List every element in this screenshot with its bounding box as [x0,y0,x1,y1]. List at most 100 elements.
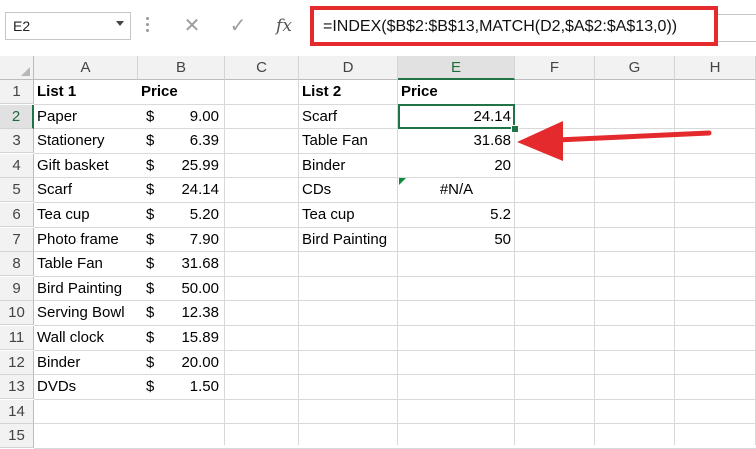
cell-b12-price[interactable]: $20.00 [138,351,225,375]
currency-symbol: $ [146,107,155,125]
cell-e7-price[interactable]: 50 [398,228,515,252]
column-header-b[interactable]: B [138,56,225,80]
cell-b13-price[interactable]: $1.50 [138,375,225,399]
cell-d4-item[interactable]: Binder [299,154,398,178]
row-header-2[interactable]: 2 [0,104,34,129]
row-header-5[interactable]: 5 [0,178,34,203]
enter-icon[interactable]: ✓ [226,14,250,38]
formula-input[interactable]: =INDEX($B$2:$B$13,MATCH(D2,$A$2:$A$13,0)… [310,6,718,46]
cell-a12-item[interactable]: Binder [34,351,138,375]
cell-a13-item[interactable]: DVDs [34,375,138,399]
cell-b7-price[interactable]: $7.90 [138,228,225,252]
cell-a5-item[interactable]: Scarf [34,178,138,202]
price-value: 15.89 [181,329,219,346]
row-header-8[interactable]: 8 [0,252,34,277]
cell-d2-item[interactable]: Scarf [299,105,398,129]
cell-d6-item[interactable]: Tea cup [299,203,398,227]
row-header-13[interactable]: 13 [0,375,34,400]
column-header-e[interactable]: E [398,56,515,80]
row-header-6[interactable]: 6 [0,203,34,227]
select-all-button[interactable] [0,56,34,80]
spreadsheet-grid[interactable]: A B C D E F G H 1 2 3 4 5 6 7 8 9 10 11 12 13 14 15 List 1 Price… [0,56,756,449]
row-header-1[interactable]: 1 [0,80,34,104]
cell-b2-price[interactable]: $9.00 [138,105,225,129]
row-header-10[interactable]: 10 [0,301,34,326]
cancel-icon[interactable]: ✕ [180,14,204,38]
cell-b5-price[interactable]: $24.14 [138,178,225,202]
currency-symbol: $ [146,279,155,297]
red-arrow-icon [517,120,712,161]
cell-e3-price[interactable]: 31.68 [398,129,515,153]
price-value: 9.00 [189,107,219,125]
price-value: 6.39 [189,132,219,150]
price-value: 24.14 [181,181,219,199]
cell-b8-price[interactable]: $31.68 [138,252,225,276]
currency-symbol: $ [146,255,155,273]
cell-e6-price[interactable]: 5.2 [398,203,515,227]
error-triangle-icon[interactable] [399,178,406,186]
cell-a7-item[interactable]: Photo frame [34,228,138,252]
cell-e5-price[interactable]: #N/A [398,178,515,202]
cell-a2-item[interactable]: Paper [34,105,138,129]
formula-bar-row: E2 ✕ ✓ fx =INDEX($B$2:$B$13,MATCH(D2,$A$… [0,0,756,56]
currency-symbol: $ [146,230,155,248]
cell-a8-item[interactable]: Table Fan [34,252,138,276]
column-header-f[interactable]: F [515,56,595,80]
currency-symbol: $ [146,353,155,371]
cell-a11-item[interactable]: Wall clock [34,326,138,350]
row-header-9[interactable]: 9 [0,276,34,301]
cell-a6-item[interactable]: Tea cup [34,203,138,227]
row-header-7[interactable]: 7 [0,227,34,252]
column-header-c[interactable]: C [225,56,299,80]
cell-b6-price[interactable]: $5.20 [138,203,225,227]
price-value: 25.99 [181,156,219,174]
cell-b3-price[interactable]: $6.39 [138,129,225,153]
row-header-4[interactable]: 4 [0,153,34,178]
cell-a1-list1-header[interactable]: List 1 [34,80,138,104]
row-header-3[interactable]: 3 [0,129,34,154]
currency-symbol: $ [146,304,155,322]
formula-bar-extension [718,14,756,42]
chevron-down-icon[interactable] [116,21,124,26]
row-header-12[interactable]: 12 [0,350,34,375]
cell-b1-price-header[interactable]: Price [138,80,225,104]
drag-handle-icon[interactable] [146,17,149,33]
formula-text: =INDEX($B$2:$B$13,MATCH(D2,$A$2:$A$13,0)… [323,18,678,35]
price-value: 5.20 [189,206,219,223]
cell-a10-item[interactable]: Serving Bowl [34,301,138,325]
arrow-head [517,120,563,161]
cell-d1-list2-header[interactable]: List 2 [299,80,398,104]
price-value: 50.00 [181,279,219,297]
price-value: 7.90 [189,230,219,248]
name-box[interactable]: E2 [5,12,131,40]
currency-symbol: $ [146,206,155,223]
currency-symbol: $ [146,132,155,150]
column-header-d[interactable]: D [299,56,398,80]
cell-a4-item[interactable]: Gift basket [34,154,138,178]
cell-b9-price[interactable]: $50.00 [138,277,225,301]
cell-e1-price-header[interactable]: Price [398,80,515,104]
currency-symbol: $ [146,329,155,346]
row-header-14[interactable]: 14 [0,399,34,424]
arrow-shaft [554,130,712,143]
cell-b11-price[interactable]: $15.89 [138,326,225,350]
cell-d3-item[interactable]: Table Fan [299,129,398,153]
cell-e4-price[interactable]: 20 [398,154,515,178]
cell-a3-item[interactable]: Stationery [34,129,138,153]
column-header-g[interactable]: G [595,56,675,80]
cell-d7-item[interactable]: Bird Painting [299,228,398,252]
active-cell-selection[interactable] [398,103,515,129]
gridline-horizontal [34,423,756,425]
currency-symbol: $ [146,181,155,199]
cell-d5-item[interactable]: CDs [299,178,398,202]
price-value: 1.50 [189,378,219,396]
column-header-h[interactable]: H [675,56,756,80]
price-value: 31.68 [181,255,219,273]
cell-b4-price[interactable]: $25.99 [138,154,225,178]
cell-a9-item[interactable]: Bird Painting [34,277,138,301]
cell-b10-price[interactable]: $12.38 [138,301,225,325]
row-header-11[interactable]: 11 [0,326,34,350]
column-header-a[interactable]: A [34,56,138,80]
name-box-value: E2 [13,18,31,34]
insert-function-icon[interactable]: fx [272,14,296,38]
